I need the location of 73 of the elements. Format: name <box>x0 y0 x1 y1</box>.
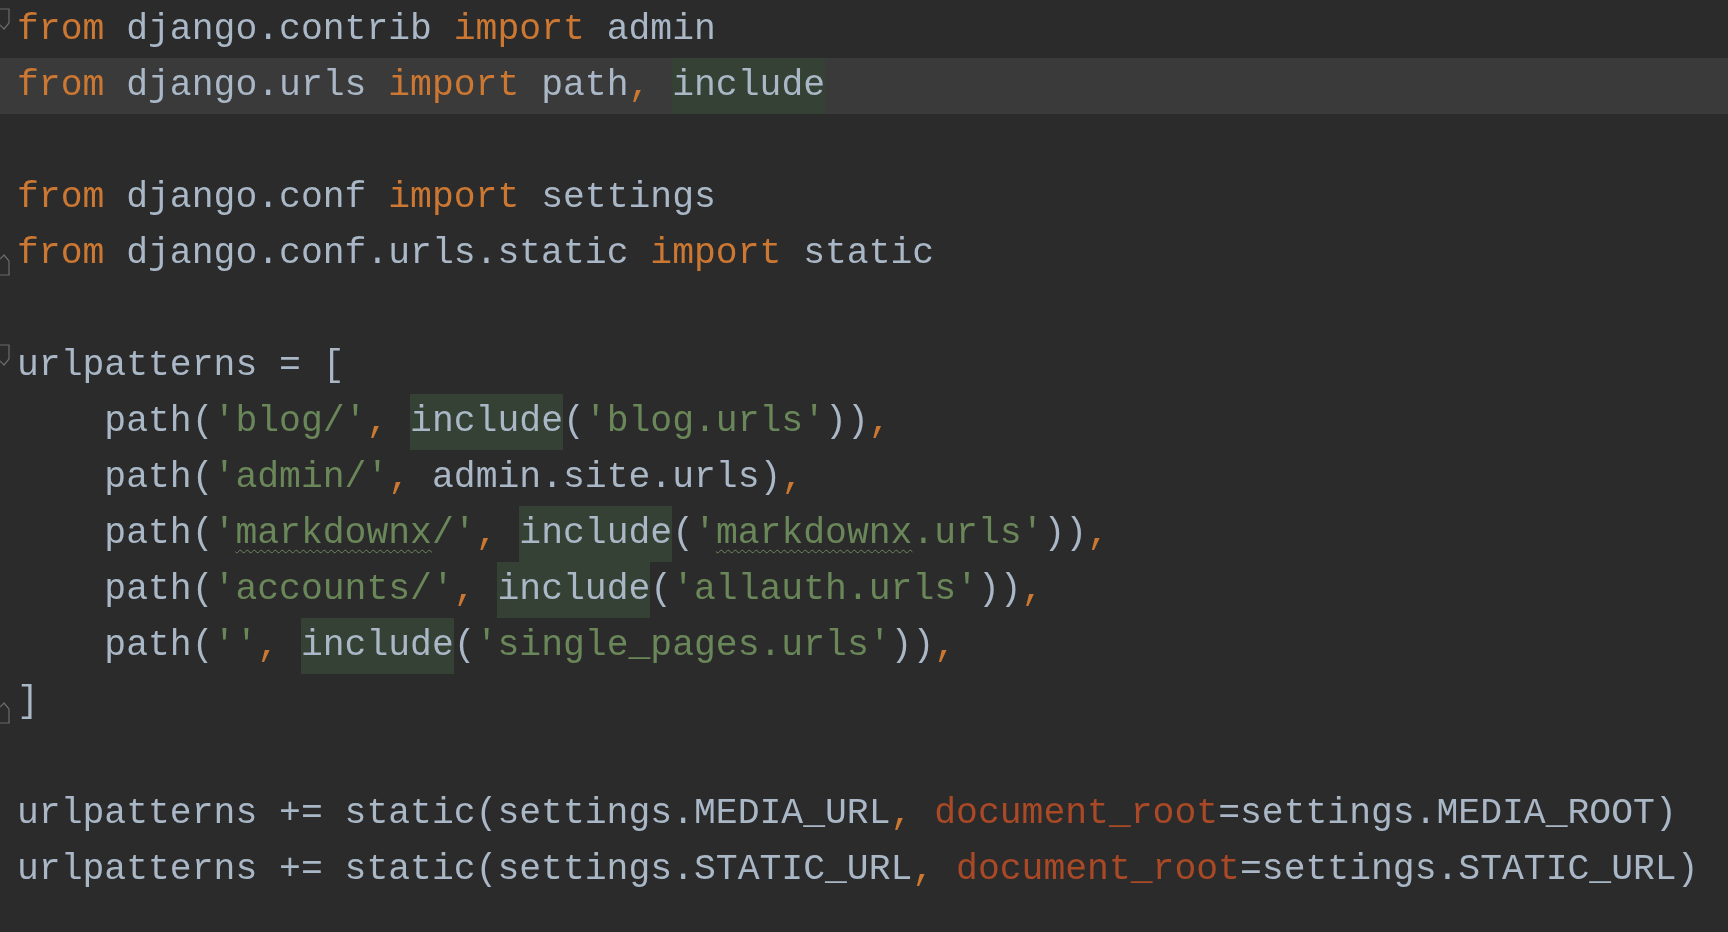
punctuation: , <box>388 456 412 500</box>
punctuation: , <box>890 792 914 836</box>
highlighted-usage: include <box>410 394 563 450</box>
parameter-name: document_root <box>956 848 1240 892</box>
code-text: urlpatterns += static(settings.STATIC_URL <box>17 848 913 892</box>
highlighted-usage: include <box>497 562 651 618</box>
punctuation: , <box>1087 512 1109 556</box>
code-text: =settings.MEDIA_ROOT) <box>1218 792 1677 836</box>
string-literal: 'blog/' <box>213 400 367 444</box>
code-text: admin <box>605 8 716 52</box>
punctuation: , <box>934 624 957 668</box>
code-text: ] <box>17 680 39 724</box>
code-text: django.conf <box>125 176 368 220</box>
punctuation: , <box>475 512 499 556</box>
code-text: path( <box>103 512 214 556</box>
code-text: path( <box>103 568 214 612</box>
code-text: path <box>540 64 629 108</box>
punctuation: , <box>1021 568 1044 612</box>
code-text: path( <box>103 456 214 500</box>
string-literal: .urls' <box>912 512 1044 556</box>
misspelled-word: markdownx <box>235 512 432 556</box>
highlighted-usage: include <box>672 58 826 114</box>
punctuation: , <box>781 456 804 500</box>
highlighted-usage: include <box>300 618 454 674</box>
fold-marker-icon[interactable] <box>0 702 10 724</box>
keyword-token: import <box>650 232 782 276</box>
keyword-token: import <box>388 176 520 220</box>
code-text: )) <box>825 400 869 444</box>
punctuation: , <box>453 568 477 612</box>
code-text: )) <box>977 568 1022 612</box>
keyword-token: from <box>17 176 105 220</box>
punctuation: , <box>912 848 936 892</box>
keyword-token: import <box>388 64 520 108</box>
code-text: )) <box>890 624 935 668</box>
punctuation: , <box>628 64 652 108</box>
code-text: django.conf.urls.static <box>125 232 630 276</box>
code-text: ( <box>453 624 476 668</box>
misspelled-word: markdownx <box>715 512 913 556</box>
code-text: path( <box>103 624 214 668</box>
string-literal: 'admin/' <box>213 456 389 500</box>
code-text: static <box>802 232 935 276</box>
punctuation: , <box>366 400 390 444</box>
code-text: path( <box>103 400 214 444</box>
keyword-token: from <box>17 232 105 276</box>
string-literal: '' <box>213 624 258 668</box>
keyword-token: import <box>453 8 585 52</box>
code-text: settings <box>540 176 716 220</box>
string-literal: 'allauth.urls' <box>672 568 978 612</box>
keyword-token: from <box>17 8 105 52</box>
string-literal: 'blog.urls' <box>584 400 826 444</box>
code-text: urlpatterns += static(settings.MEDIA_URL <box>17 792 891 836</box>
punctuation: , <box>257 624 281 668</box>
punctuation: , <box>868 400 891 444</box>
code-text: admin.site.urls) <box>431 456 782 500</box>
string-literal: ' <box>694 512 716 556</box>
fold-marker-icon[interactable] <box>0 254 10 276</box>
code-text: django.urls <box>125 64 368 108</box>
code-text: )) <box>1043 512 1088 556</box>
fold-marker-icon[interactable] <box>0 344 10 366</box>
keyword-token: from <box>17 64 105 108</box>
string-literal: 'accounts/' <box>213 568 454 612</box>
highlighted-usage: include <box>519 506 673 562</box>
code-text: django.contrib <box>125 8 433 52</box>
string-literal: 'single_pages.urls' <box>475 624 891 668</box>
code-text: urlpatterns = [ <box>17 344 345 388</box>
string-literal: ' <box>213 512 236 556</box>
code-text: ( <box>672 512 695 556</box>
code-text: =settings.STATIC_URL) <box>1239 848 1699 892</box>
code-text: ( <box>650 568 673 612</box>
fold-marker-icon[interactable] <box>0 8 10 30</box>
string-literal: /' <box>431 512 476 556</box>
code-text: ( <box>563 400 585 444</box>
parameter-name: document_root <box>934 792 1219 836</box>
